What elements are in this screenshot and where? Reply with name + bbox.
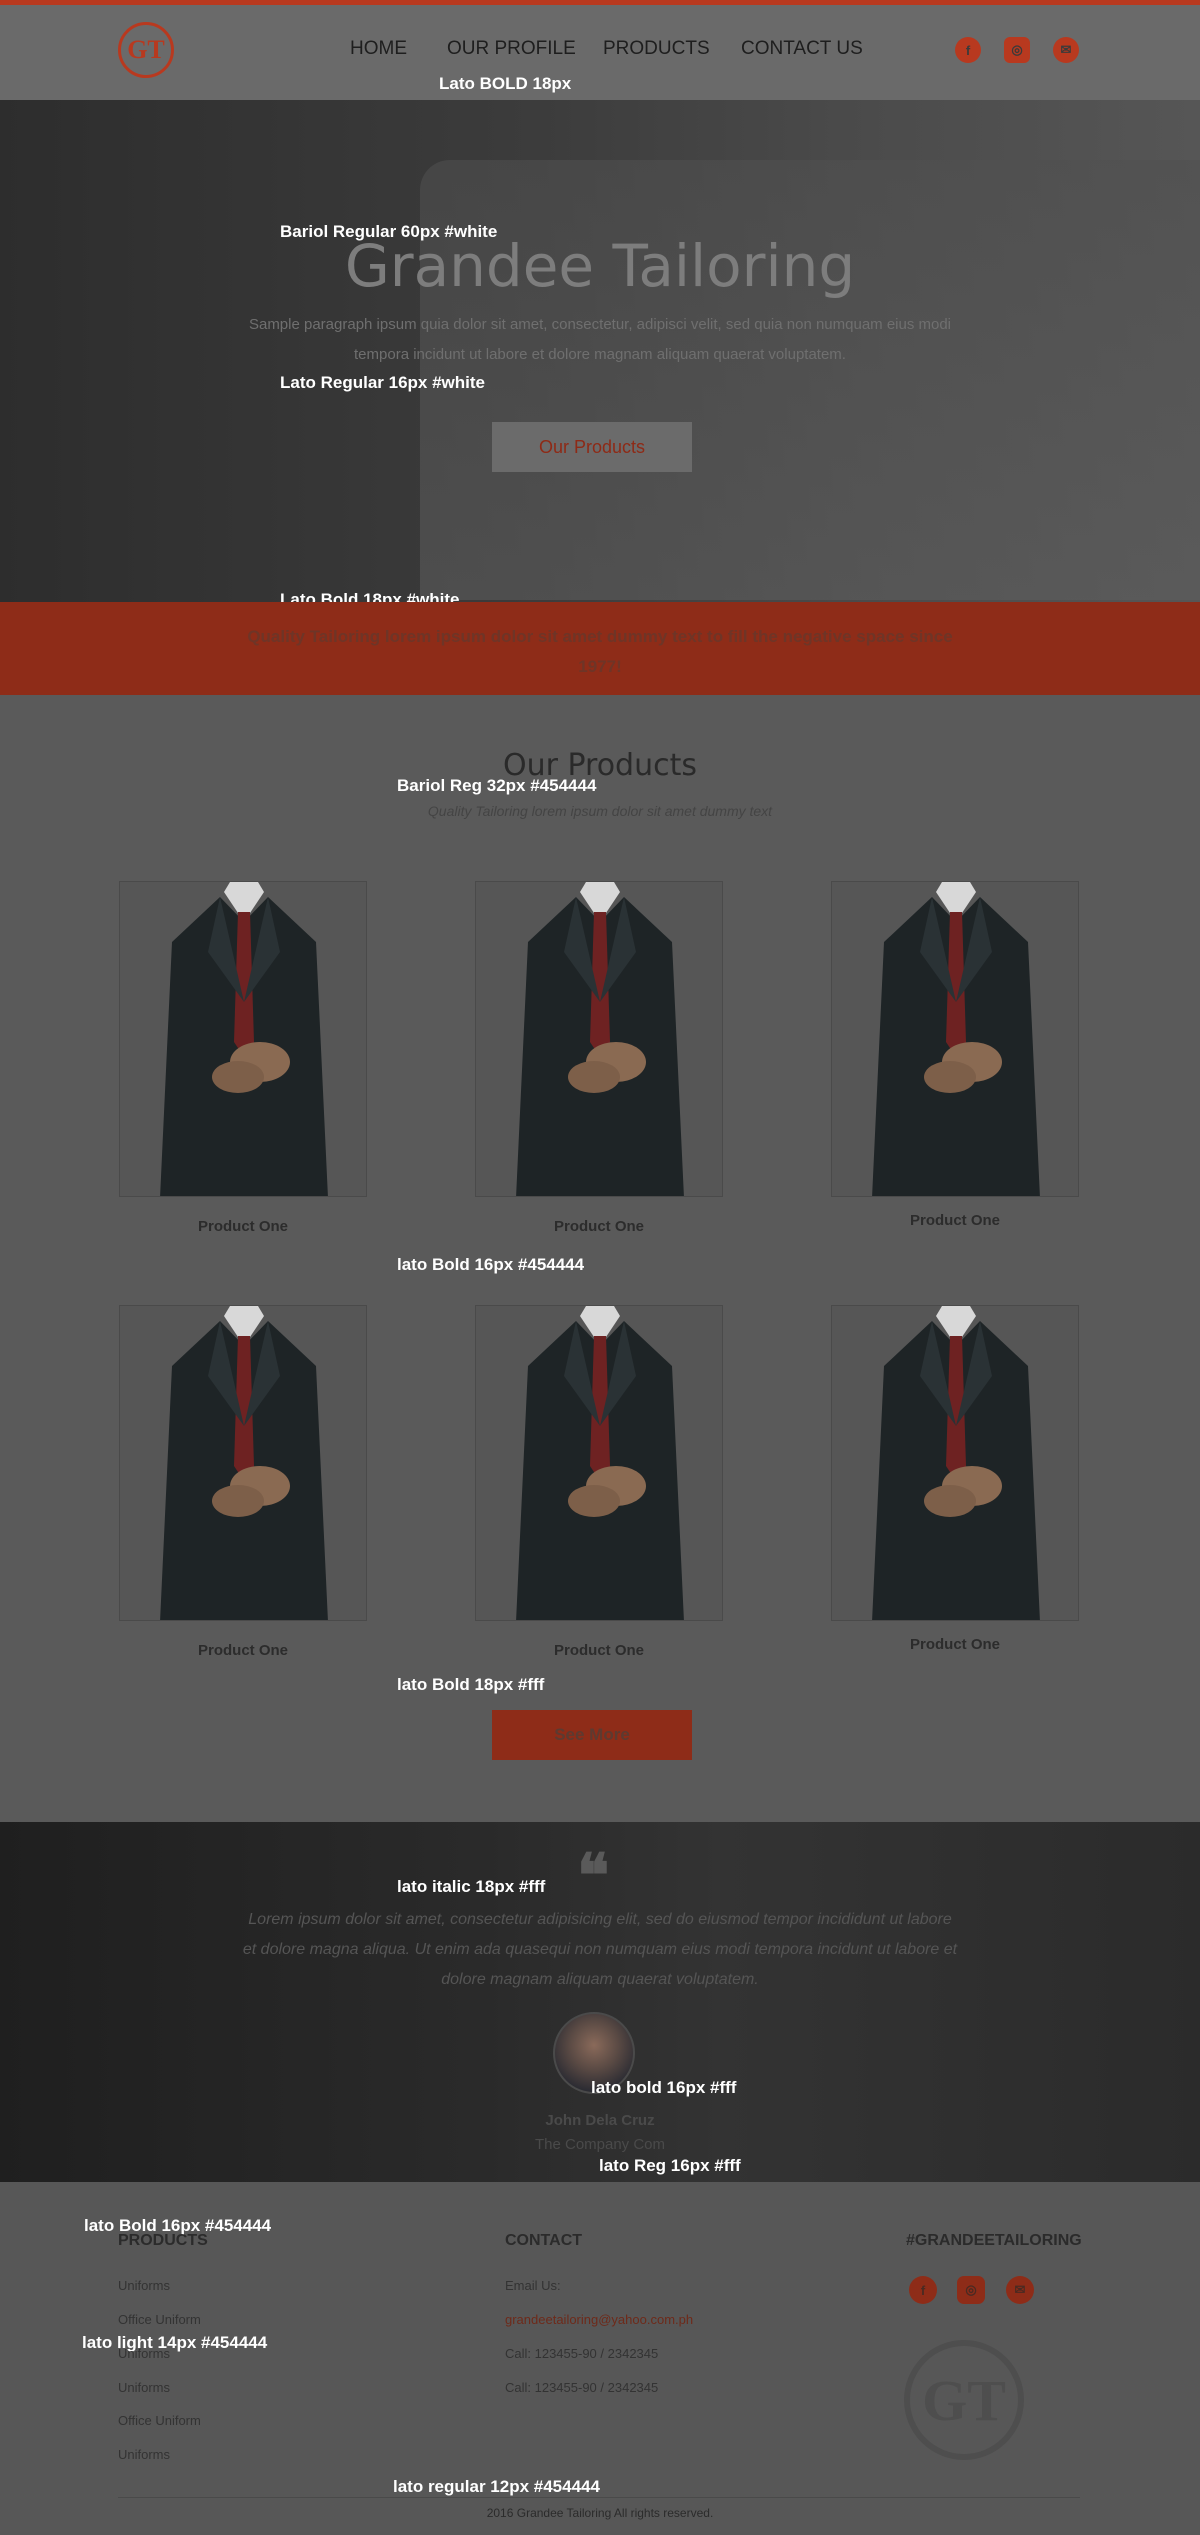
annotation-sec-title-font: Bariol Reg 32px #454444 xyxy=(397,776,597,795)
mail-icon[interactable]: ✉ xyxy=(1006,2276,1034,2304)
nav-our-profile[interactable]: OUR PROFILE xyxy=(447,38,576,60)
nav-products[interactable]: PRODUCTS xyxy=(603,38,710,60)
footer-email-link[interactable]: grandeetailoring@yahoo.com.ph xyxy=(505,2312,693,2327)
see-more-button[interactable]: See More xyxy=(492,1710,692,1760)
annotation-hero-para-font: Lato Regular 16px #white xyxy=(280,373,485,392)
footer-hashtag-heading: #GRANDEETAILORING xyxy=(906,2232,1082,2249)
tagline-text: Quality Tailoring lorem ipsum dolor sit … xyxy=(247,627,953,676)
annotation-copyright-font: lato regular 12px #454444 xyxy=(393,2477,600,2496)
annotation-footer-link-font: lato light 14px #454444 xyxy=(82,2333,268,2352)
facebook-icon[interactable]: f xyxy=(955,37,981,63)
suit-image xyxy=(832,1306,1078,1620)
product-name[interactable]: Product One xyxy=(831,1636,1079,1653)
annotation-person-font: lato bold 16px #fff xyxy=(591,2078,737,2097)
footer-phone: Call: 123455-90 / 2342345 xyxy=(505,2346,659,2361)
product-card[interactable] xyxy=(119,1305,367,1621)
brand-logo[interactable]: GT xyxy=(118,22,174,78)
product-card[interactable] xyxy=(475,881,723,1197)
suit-image xyxy=(476,1306,722,1620)
product-card[interactable] xyxy=(119,881,367,1197)
quote-icon: ❝ xyxy=(577,1843,610,1909)
facebook-icon[interactable]: f xyxy=(909,2276,937,2304)
annotation-testi-font: lato italic 18px #fff xyxy=(397,1877,546,1896)
hero-title: Grandee Tailoring xyxy=(344,232,856,300)
annotation-company-font: lato Reg 16px #fff xyxy=(599,2156,741,2175)
product-card[interactable] xyxy=(475,1305,723,1621)
product-card[interactable] xyxy=(831,881,1079,1197)
product-name[interactable]: Product One xyxy=(119,1642,367,1659)
product-name[interactable]: Product One xyxy=(119,1218,367,1235)
footer-phone: Call: 123455-90 / 2342345 xyxy=(505,2380,659,2395)
footer-products-heading: PRODUCTS xyxy=(118,2232,208,2249)
testimonial-text: Lorem ipsum dolor sit amet, consectetur … xyxy=(242,1911,958,1988)
annotation-product-name-font: lato Bold 16px #454444 xyxy=(397,1255,585,1274)
product-name[interactable]: Product One xyxy=(831,1212,1079,1229)
footer-logo: GT xyxy=(904,2340,1024,2460)
annotation-see-more-font: lato Bold 18px #fff xyxy=(397,1675,545,1694)
nav-contact-us[interactable]: CONTACT US xyxy=(741,38,863,60)
product-name[interactable]: Product One xyxy=(475,1642,723,1659)
mail-icon[interactable]: ✉ xyxy=(1053,37,1079,63)
footer-link[interactable]: Office Uniform xyxy=(118,2312,201,2327)
product-name[interactable]: Product One xyxy=(475,1218,723,1235)
our-products-button[interactable]: Our Products xyxy=(492,422,692,472)
instagram-icon[interactable]: ◎ xyxy=(1004,37,1030,63)
suit-image xyxy=(120,1306,366,1620)
copyright-text: 2016 Grandee Tailoring All rights reserv… xyxy=(486,2506,714,2520)
footer-link[interactable]: Uniforms xyxy=(118,2278,170,2293)
suit-image xyxy=(832,882,1078,1196)
nav-home[interactable]: HOME xyxy=(350,38,407,60)
footer-link[interactable]: Uniforms xyxy=(118,2346,170,2361)
annotation-nav-font: Lato BOLD 18px xyxy=(439,74,572,93)
testimonial-name: John Dela Cruz xyxy=(545,2112,655,2129)
products-section-title: Our Products xyxy=(502,748,698,783)
footer-link[interactable]: Uniforms xyxy=(118,2447,170,2462)
footer-link[interactable]: Uniforms xyxy=(118,2380,170,2395)
footer-email-label: Email Us: xyxy=(505,2278,561,2293)
footer-link[interactable]: Office Uniform xyxy=(118,2413,201,2428)
footer-contact-heading: CONTACT xyxy=(505,2232,583,2249)
suit-image xyxy=(120,882,366,1196)
sewing-machine-image xyxy=(420,160,1200,600)
product-card[interactable] xyxy=(831,1305,1079,1621)
footer-divider xyxy=(118,2497,1080,2498)
hero-paragraph: Sample paragraph ipsum quia dolor sit am… xyxy=(248,316,952,363)
instagram-icon[interactable]: ◎ xyxy=(957,2276,985,2304)
products-section-subtitle: Quality Tailoring lorem ipsum dolor sit … xyxy=(427,803,773,819)
testimonial-company: The Company Com xyxy=(534,2136,666,2153)
suit-image xyxy=(476,882,722,1196)
